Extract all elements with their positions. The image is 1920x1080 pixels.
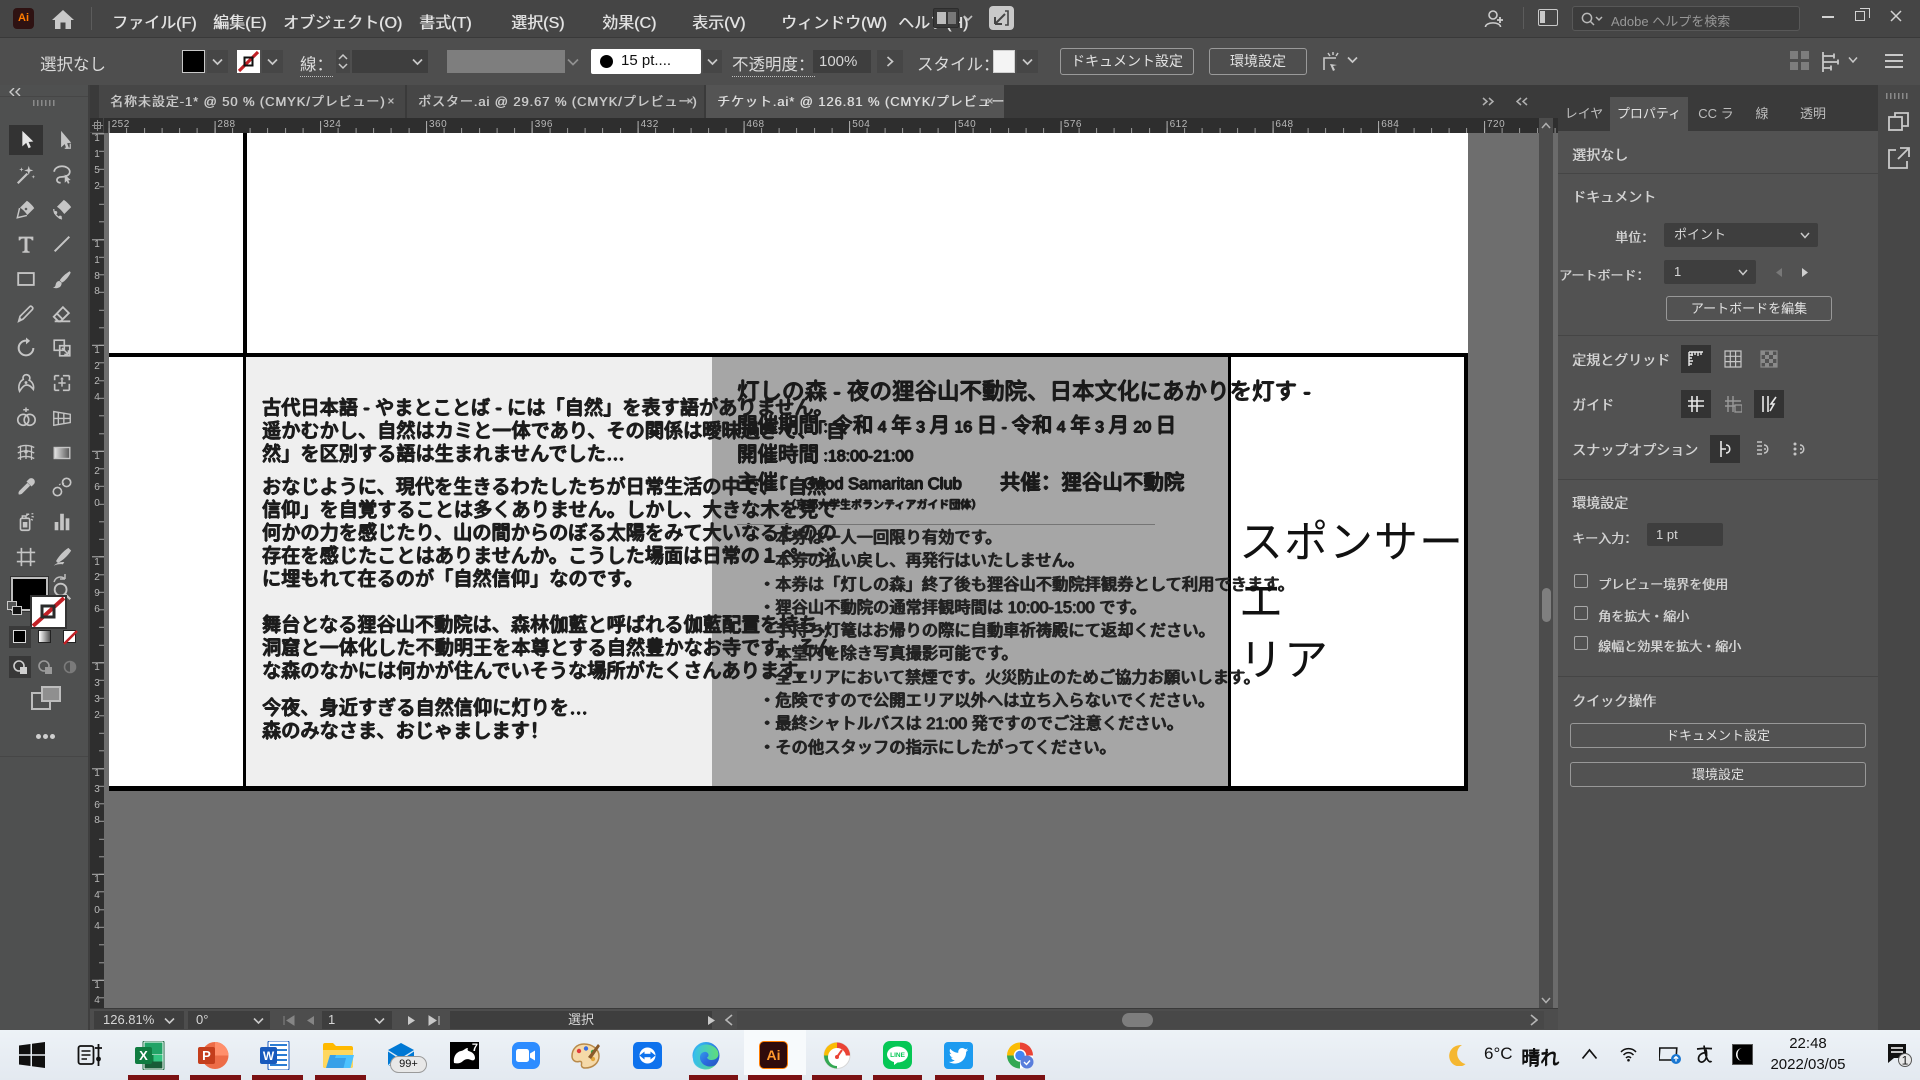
svg-text:X: X: [139, 1048, 148, 1063]
svg-text:1: 1: [1902, 1054, 1909, 1068]
svg-text:LINE: LINE: [890, 1052, 905, 1059]
svg-text:W: W: [263, 1049, 275, 1063]
svg-text:P: P: [202, 1048, 211, 1063]
